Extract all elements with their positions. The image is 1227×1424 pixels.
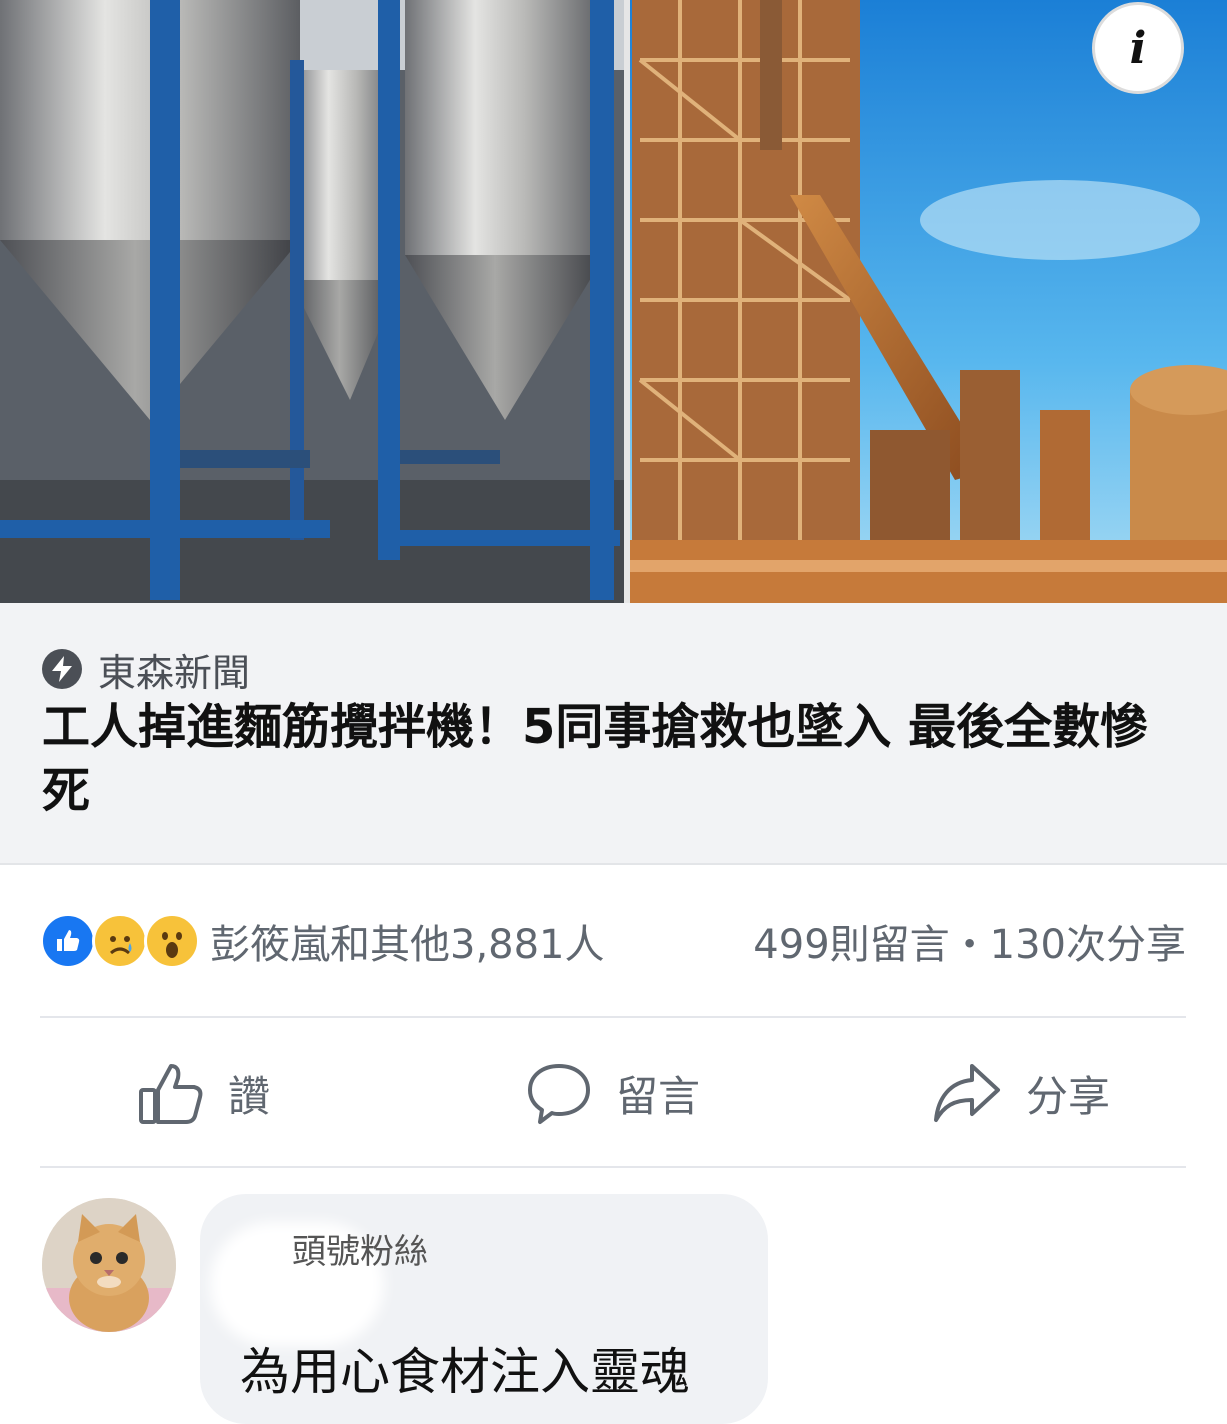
comment-label: 留言 — [616, 1071, 701, 1121]
reactors-text[interactable]: 彭筱嵐和其他3,881人 — [210, 912, 605, 970]
comment-button[interactable]: 留言 — [526, 1056, 700, 1130]
link-headline[interactable]: 工人掉進麵筋攪拌機！5同事搶救也墜入 最後全數慘死 — [42, 695, 1192, 823]
sad-icon — [92, 913, 148, 969]
comments-shares-count[interactable]: 499則留言・130次分享 — [753, 912, 1186, 970]
like-button[interactable]: 讚 — [138, 1056, 270, 1130]
link-preview-image[interactable]: i — [0, 0, 1227, 603]
share-button[interactable]: 分享 — [932, 1056, 1110, 1130]
thumbs-up-icon — [139, 1064, 203, 1124]
comment-text: 為用心食材注入靈魂 — [240, 1343, 690, 1401]
info-icon[interactable]: i — [1092, 2, 1184, 94]
comment: 頭號粉絲 為用心食材注入靈魂 — [0, 1192, 1227, 1424]
reactions-summary[interactable]: 彭筱嵐和其他3,881人 499則留言・130次分享 — [40, 908, 1186, 974]
speech-bubble-icon — [528, 1064, 590, 1124]
divider — [40, 1016, 1186, 1018]
source-name: 東森新聞 — [98, 650, 251, 695]
link-card[interactable]: 東森新聞 工人掉進麵筋攪拌機！5同事搶救也墜入 最後全數慘死 — [0, 603, 1227, 865]
comment-bubble[interactable]: 頭號粉絲 為用心食材注入靈魂 — [200, 1194, 768, 1424]
like-label: 讚 — [228, 1071, 271, 1121]
source-row: 東森新聞 — [42, 647, 250, 695]
share-label: 分享 — [1026, 1071, 1111, 1121]
divider — [40, 1166, 1186, 1168]
like-icon — [40, 913, 96, 969]
top-fan-badge: 頭號粉絲 — [292, 1232, 428, 1272]
avatar[interactable] — [42, 1198, 176, 1332]
share-arrow-icon — [934, 1064, 1000, 1122]
wow-icon — [144, 913, 200, 969]
lightning-bolt-icon — [42, 649, 82, 689]
